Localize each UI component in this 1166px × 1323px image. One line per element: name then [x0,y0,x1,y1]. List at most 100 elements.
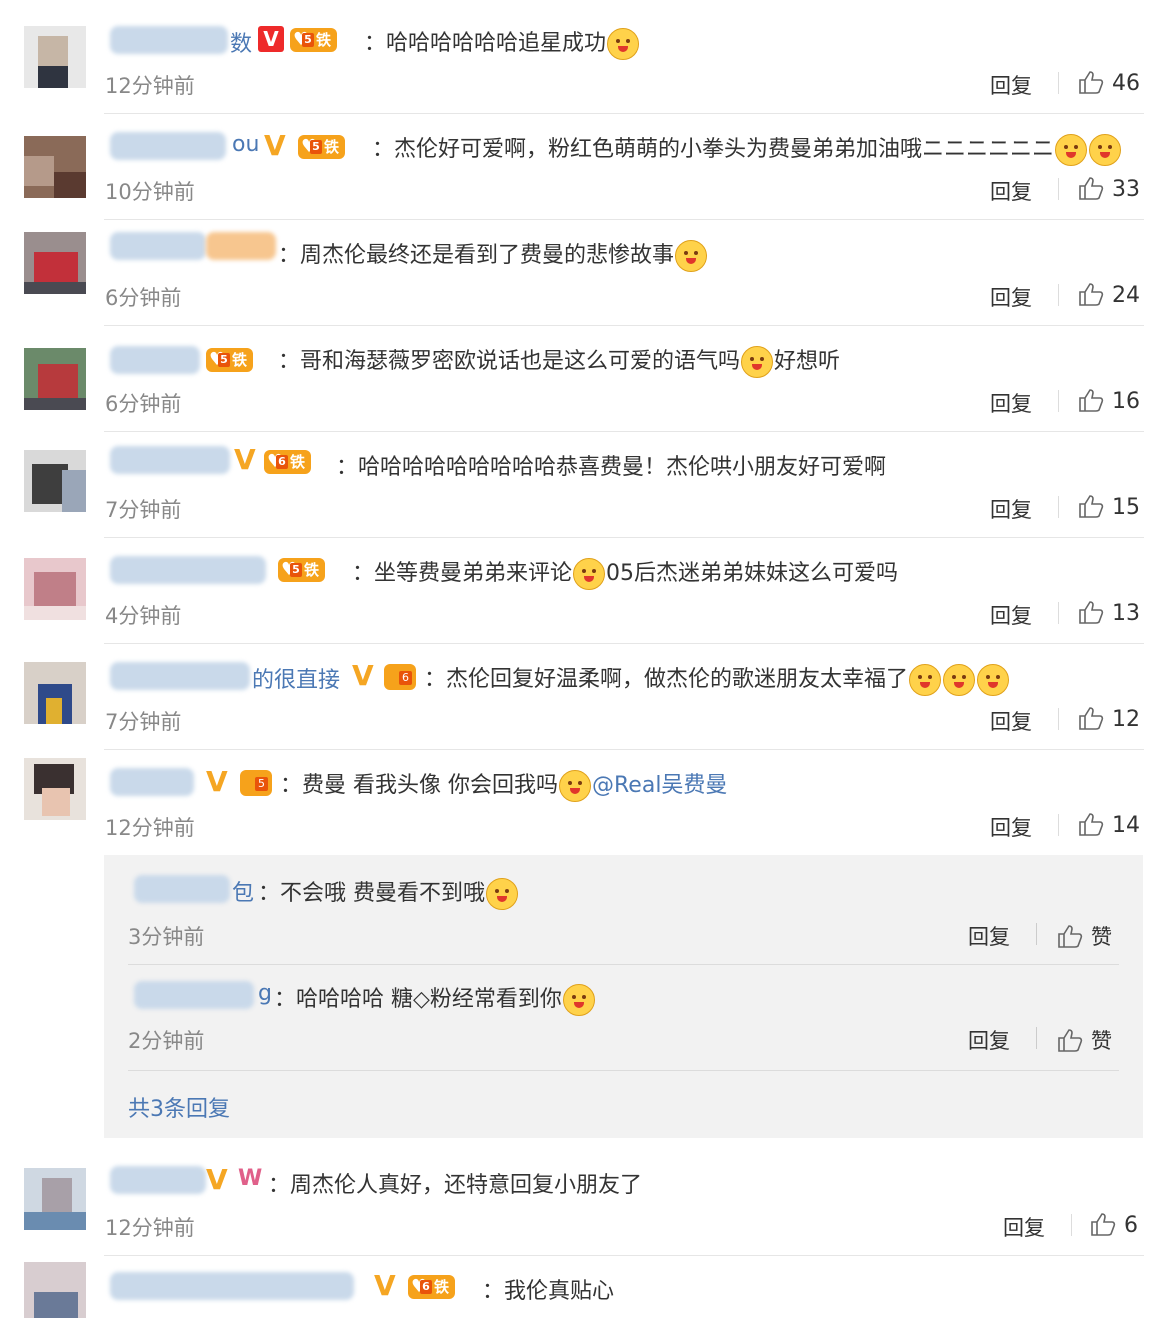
avatar[interactable] [24,232,86,294]
avatar[interactable] [24,662,86,724]
comment-item: V W ：周杰伦人真好，还特意回复小朋友了 12分钟前 回复 6 [0,1150,1166,1256]
reply-text: ：不会哦 费曼看不到哦 [258,875,519,910]
reply-button[interactable]: 回复 [990,282,1032,312]
thumbs-up-icon [1079,495,1104,518]
verified-v-icon: V [264,129,286,162]
comment-item: ou V ♥5铁粉 ：杰伦好可爱啊，粉红色萌萌的小拳头为费曼弟弟加油哦ニニニニニ… [0,114,1166,220]
like-button[interactable]: 6 [1090,1212,1138,1238]
avatar[interactable] [24,1168,86,1230]
reply-button[interactable]: 回复 [990,706,1032,736]
like-button[interactable]: 46 [1078,70,1140,96]
reply-text: ：哈哈哈哈 糖◇粉经常看到你 [274,981,596,1016]
more-replies-link[interactable]: 共3条回复 [128,1091,230,1123]
comment-time: 6分钟前 [105,392,182,416]
reply-button[interactable]: 回复 [990,70,1032,100]
comment-item: 数 V ♥5铁粉 ：哈哈哈哈哈哈追星成功 12分钟前 回复 46 [0,0,1166,114]
avatar[interactable] [24,450,86,512]
reply-button[interactable]: 回复 [1003,1212,1045,1242]
reply-button[interactable]: 回复 [990,600,1032,630]
weibo-member-icon: W [238,1166,263,1191]
emoji-icon [977,664,1010,696]
separator [1036,1027,1037,1049]
comment-text: ：坐等费曼弟弟来评论 05后杰迷弟弟妹妹这么可爱吗 [352,555,898,590]
verified-v-icon: V [206,1163,228,1196]
like-count: 33 [1112,177,1140,202]
like-button[interactable]: 14 [1078,812,1140,838]
thumbs-up-icon [1079,283,1104,306]
comment-item: ♥5铁粉 ：坐等费曼弟弟来评论05后杰迷弟弟妹妹这么可爱吗 4分钟前 回复 13 [0,538,1166,644]
reply-button[interactable]: 回复 [968,1025,1010,1055]
username-suffix: 的很直接 [252,668,341,693]
like-count: 13 [1112,601,1140,626]
like-button[interactable]: 赞 [1057,921,1112,951]
separator [1058,284,1059,306]
fan-badge: ♥6铁粉 [264,450,312,495]
comment-text: ：我伦真贴心 [482,1279,615,1304]
mention-link[interactable]: @Real吴费曼 [592,773,727,798]
comment-text: ：周杰伦人真好，还特意回复小朋友了 [268,1173,643,1198]
reply-item: 包 ：不会哦 费曼看不到哦 3分钟前 回复 赞 [104,855,1143,965]
fan-badge: ♥5铁粉 [206,348,254,393]
comment-item: ：周杰伦最终还是看到了费曼的悲惨故事 6分钟前 回复 24 [0,220,1166,326]
like-count: 24 [1112,283,1140,308]
like-count: 16 [1112,389,1140,414]
separator [1058,390,1059,412]
comment-item: 的很直接 V 6 ：杰伦回复好温柔啊，做杰伦的歌迷朋友太幸福了 7分钟前 回复 … [0,644,1166,750]
like-button[interactable]: 33 [1078,176,1140,202]
thumbs-up-icon [1058,1029,1083,1052]
separator [1058,72,1059,94]
comment-item: ♥5铁粉 ：哥和海瑟薇罗密欧说话也是这么可爱的语气吗好想听 6分钟前 回复 16 [0,326,1166,432]
like-button[interactable]: 12 [1078,706,1140,732]
username-suffix: 包 [232,881,255,906]
like-count: 12 [1112,707,1140,732]
comment-text: ：周杰伦最终还是看到了费曼的悲惨故事 [278,237,708,272]
thumbs-up-icon [1079,71,1104,94]
avatar[interactable] [24,26,86,88]
emoji-icon [559,770,591,802]
thumbs-up-icon [1079,813,1104,836]
reply-button[interactable]: 回复 [990,388,1032,418]
reply-thread: 包 ：不会哦 费曼看不到哦 3分钟前 回复 赞 g ：哈哈哈哈 糖◇粉经常看到你… [104,855,1143,1138]
comment-text: ：哥和海瑟薇罗密欧说话也是这么可爱的语气吗 好想听 [278,343,840,378]
separator [1058,178,1059,200]
username-suffix: ou [232,132,260,157]
username-suffix: g [258,981,272,1006]
avatar[interactable] [24,348,86,410]
comment-text: ：杰伦好可爱啊，粉红色萌萌的小拳头为费曼弟弟加油哦ニニニニニニ [372,131,1122,166]
like-button[interactable]: 15 [1078,494,1140,520]
comment-text: ：哈哈哈哈哈哈追星成功 [364,25,640,60]
avatar[interactable] [24,136,86,198]
reply-time: 3分钟前 [128,925,205,949]
emoji-icon [1055,134,1088,166]
separator [1071,1214,1072,1236]
like-button[interactable]: 13 [1078,600,1140,626]
comment-text: ：费曼 看我头像 你会回我吗 @Real吴费曼 [280,767,727,802]
comment-time: 12分钟前 [105,1216,195,1240]
fan-badge: ♥5铁粉 [298,135,346,180]
comment-text: ：哈哈哈哈哈哈哈哈哈恭喜费曼！杰伦哄小朋友好可爱啊 [336,455,887,480]
fan-level-icon: 5 [240,770,272,796]
like-button[interactable]: 16 [1078,388,1140,414]
comment-time: 7分钟前 [105,498,182,522]
reply-button[interactable]: 回复 [990,176,1032,206]
like-count: 15 [1112,495,1140,520]
reply-item: g ：哈哈哈哈 糖◇粉经常看到你 2分钟前 回复 赞 [104,965,1143,1071]
verified-v-icon: V [206,765,228,798]
thumbs-up-icon [1079,601,1104,624]
reply-button[interactable]: 回复 [990,812,1032,842]
like-button[interactable]: 赞 [1057,1025,1112,1055]
like-button[interactable]: 24 [1078,282,1140,308]
like-count: 6 [1124,1213,1138,1238]
username-suffix: 数 [230,32,253,57]
thumbs-up-icon [1079,389,1104,412]
emoji-icon [909,664,942,696]
avatar[interactable] [24,758,86,820]
emoji-icon [741,346,774,378]
avatar[interactable] [24,1262,86,1318]
reply-button[interactable]: 回复 [968,921,1010,951]
thumbs-up-icon [1058,925,1083,948]
reply-button[interactable]: 回复 [990,494,1032,524]
comment-time: 10分钟前 [105,180,195,204]
avatar[interactable] [24,558,86,620]
like-count: 14 [1112,813,1140,838]
